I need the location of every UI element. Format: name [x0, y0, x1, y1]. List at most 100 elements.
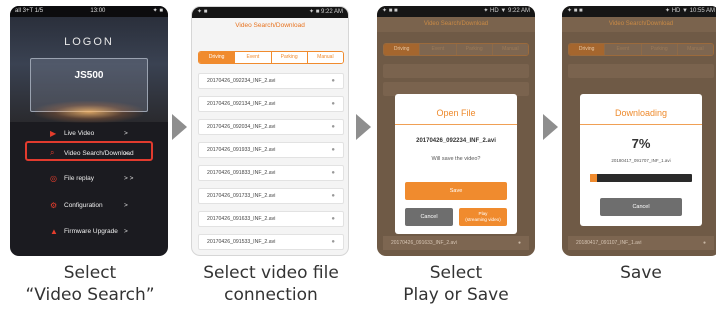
step-arrow-icon	[172, 114, 187, 140]
screen-title: Video Search/Download	[192, 18, 348, 34]
phone-downloading: ✦ ■ ■ ✦ HD ▼ 10:55 AM Video Search/Downl…	[562, 6, 716, 256]
tab-parking[interactable]: Parking	[641, 44, 678, 55]
download-icon: ●	[331, 170, 335, 176]
open-file-dialog: Open File 20170426_092234_INF_2.avi Will…	[395, 94, 517, 234]
tab-parking[interactable]: Parking	[456, 44, 493, 55]
file-name: 20180417_091107_INF_1.avi	[576, 240, 642, 246]
menu-item-configuration[interactable]: ⚙ Configuration >	[10, 195, 168, 215]
filter-tabs: Driving Event Parking Manual	[568, 43, 714, 56]
menu-item-file-replay[interactable]: ◎ File replay > >	[10, 168, 168, 188]
caption-line: Save	[620, 263, 662, 283]
play-button[interactable]: Play (streaming video)	[459, 208, 507, 226]
replay-icon: ◎	[50, 173, 57, 183]
caption-line: Select	[63, 263, 117, 283]
file-name: 20170426_091633_INF_2.avi	[207, 216, 276, 222]
file-row[interactable]: 20170426_091533_INF_2.avi ●	[198, 234, 344, 250]
status-right: ✦ ■	[152, 8, 163, 14]
screen-title: Video Search/Download	[562, 17, 716, 32]
app-logo: LOGON	[64, 36, 114, 48]
chevron-right-icon: >	[124, 227, 128, 235]
download-icon: ●	[331, 78, 335, 84]
dialog-title: Open File	[436, 108, 476, 118]
download-icon: ●	[331, 216, 335, 222]
menu-label: File replay	[64, 174, 94, 182]
status-left: ✦ ■ ■	[567, 8, 583, 14]
menu-label: Configuration	[64, 201, 103, 209]
status-left: ✦ ■ ■	[382, 8, 398, 14]
menu-label: Live Video	[64, 129, 95, 137]
file-name: 20170426_091733_INF_2.avi	[207, 193, 276, 199]
tab-event[interactable]: Event	[235, 52, 272, 63]
status-left: all 3+T 1/5	[15, 8, 44, 14]
download-icon: ●	[331, 124, 335, 130]
upgrade-icon: ▲	[50, 226, 58, 236]
status-left: ✦ ■	[197, 9, 208, 15]
dialog-title: Downloading	[614, 108, 668, 118]
download-icon: ●	[517, 240, 521, 246]
save-button[interactable]: Save	[405, 182, 507, 200]
tab-driving[interactable]: Driving	[569, 44, 606, 55]
menu-item-live-video[interactable]: ▶ Live Video >	[10, 123, 168, 143]
status-right: ✦ HD ▼ 9:22 AM	[483, 8, 530, 14]
download-progress-bar	[590, 174, 692, 182]
phone-main-menu: all 3+T 1/5 13:00 ✦ ■ LOGON JS500 ▶ Live…	[10, 6, 168, 256]
menu-label: Firmware Upgrade	[64, 227, 118, 235]
cancel-button[interactable]: Cancel	[405, 208, 453, 226]
tab-parking[interactable]: Parking	[271, 52, 308, 63]
file-row[interactable]: 20170426_092134_INF_2.avi ●	[198, 96, 344, 112]
file-row[interactable]: 20170426_091633_INF_2.avi ●	[383, 236, 529, 250]
file-row[interactable]	[383, 64, 529, 78]
chevron-right-icon: >	[124, 201, 128, 209]
status-time: 13:00	[90, 8, 106, 14]
file-row[interactable]: 20170426_092034_INF_2.avi ●	[198, 119, 344, 135]
tab-manual[interactable]: Manual	[307, 52, 343, 63]
file-row[interactable]: 20170426_091733_INF_2.avi ●	[198, 188, 344, 204]
gear-icon: ⚙	[50, 200, 58, 210]
dialog-file-name: 20170426_092234_INF_2.avi	[416, 138, 496, 144]
file-row[interactable]: 20180417_091107_INF_1.avi ●	[568, 236, 714, 250]
file-name: 20170426_091833_INF_2.avi	[207, 170, 276, 176]
file-row[interactable]: 20170426_091833_INF_2.avi ●	[198, 165, 344, 181]
tab-event[interactable]: Event	[420, 44, 457, 55]
file-name: 20170426_092034_INF_2.avi	[207, 124, 276, 130]
file-name: 20170426_091933_INF_2.avi	[207, 147, 276, 153]
filter-tabs: Driving Event Parking Manual	[198, 51, 344, 64]
headlight-glow	[35, 101, 143, 123]
selection-highlight	[25, 141, 153, 161]
status-bar: ✦ ■ ■ ✦ HD ▼ 9:22 AM	[377, 6, 535, 17]
download-icon: ●	[331, 239, 335, 245]
dialog-divider	[395, 124, 517, 125]
filter-tabs: Driving Event Parking Manual	[383, 43, 529, 56]
downloading-dialog: Downloading 7% 20180417_091707_INF_1.avi…	[580, 94, 702, 226]
caption-line: Select video file	[203, 263, 339, 283]
tab-event[interactable]: Event	[605, 44, 642, 55]
file-row[interactable]: 20170426_091633_INF_2.avi ●	[198, 211, 344, 227]
status-right: ✦ HD ▼ 10:55 AM	[665, 8, 715, 14]
step-arrow-icon	[356, 114, 371, 140]
file-name: 20170426_092134_INF_2.avi	[207, 101, 276, 107]
step-arrow-icon	[543, 114, 558, 140]
dialog-question: Will save the video?	[431, 156, 481, 162]
caption-step-4: Save	[551, 262, 716, 284]
file-row[interactable]: 20170426_091933_INF_2.avi ●	[198, 142, 344, 158]
video-icon: ▶	[50, 128, 57, 138]
file-name: 20170426_091633_INF_2.avi	[391, 240, 457, 246]
device-model: JS500	[74, 70, 104, 81]
tab-manual[interactable]: Manual	[492, 44, 528, 55]
tab-driving[interactable]: Driving	[199, 52, 236, 63]
caption-step-2: Select video file connection	[181, 262, 361, 306]
file-row[interactable]	[568, 64, 714, 78]
caption-line: Play or Save	[403, 285, 509, 305]
tab-driving[interactable]: Driving	[384, 44, 421, 55]
cancel-button[interactable]: Cancel	[600, 198, 682, 216]
caption-step-1: Select “Video Search”	[0, 262, 180, 306]
file-row[interactable]: 20170426_092234_INF_2.avi ●	[198, 73, 344, 89]
phone-open-file: ✦ ■ ■ ✦ HD ▼ 9:22 AM Video Search/Downlo…	[377, 6, 535, 256]
status-bar: ✦ ■ ✦ ■ 9:22 AM	[192, 7, 348, 18]
tab-manual[interactable]: Manual	[677, 44, 713, 55]
menu-item-firmware-upgrade[interactable]: ▲ Firmware Upgrade >	[10, 221, 168, 241]
download-icon: ●	[702, 240, 706, 246]
file-name: 20170426_091533_INF_2.avi	[207, 239, 276, 245]
screen-title: Video Search/Download	[377, 17, 535, 32]
download-icon: ●	[331, 101, 335, 107]
